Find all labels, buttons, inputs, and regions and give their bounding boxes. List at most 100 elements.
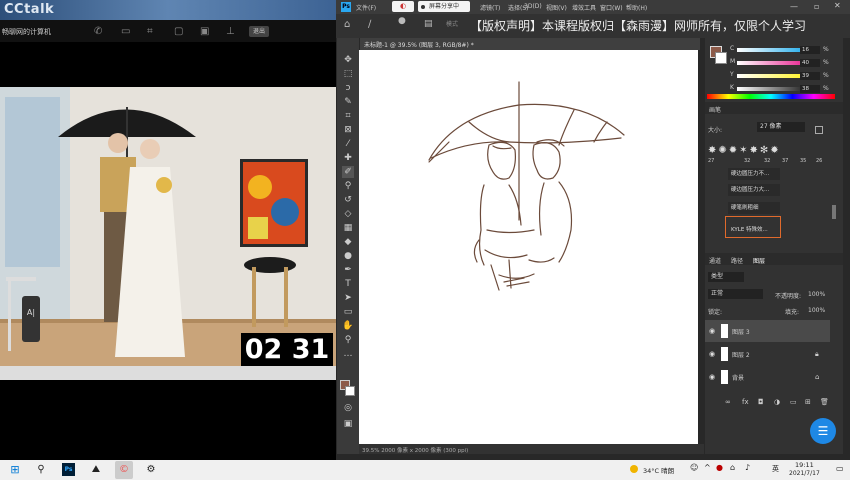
- eyedropper-tool-icon[interactable]: ⁄: [342, 138, 354, 150]
- path-select-tool-icon[interactable]: ➤: [342, 292, 354, 304]
- minimize-window-icon[interactable]: —: [790, 2, 798, 11]
- lasso-tool-icon[interactable]: ↄ: [342, 82, 354, 94]
- wechat-icon[interactable]: ●: [716, 463, 723, 472]
- menu-plugins[interactable]: 增效工具: [572, 3, 596, 12]
- exit-button[interactable]: 退出: [249, 26, 269, 37]
- color-bg-swatch[interactable]: [715, 52, 727, 64]
- network-icon[interactable]: ⌂: [730, 463, 735, 472]
- frame-tool-icon[interactable]: ⊠: [342, 124, 354, 136]
- hand-tool-icon[interactable]: ✋: [342, 320, 354, 332]
- tab-paths[interactable]: 路径: [731, 256, 743, 265]
- app-taskbar-icon[interactable]: ⛰: [88, 461, 104, 479]
- stamp-tool-icon[interactable]: ⚲: [342, 180, 354, 192]
- adjustment-icon[interactable]: ◑: [774, 398, 780, 406]
- brush-item[interactable]: 硬边圆压力不...: [728, 168, 780, 180]
- brush-size-field[interactable]: 27 像素: [757, 122, 805, 132]
- background-color-swatch[interactable]: [345, 386, 355, 396]
- menu-window[interactable]: 窗口(W): [600, 3, 623, 12]
- menu-help[interactable]: 帮助(H): [626, 3, 647, 12]
- eraser-tool-icon[interactable]: ◇: [342, 208, 354, 220]
- channel-k-value[interactable]: 38: [800, 85, 820, 93]
- gradient-tool-icon[interactable]: ▦: [342, 222, 354, 234]
- marquee-tool-icon[interactable]: ⬚: [342, 68, 354, 80]
- trash-icon[interactable]: 🗑︎: [820, 398, 829, 406]
- menu-filter[interactable]: 滤镜(T): [480, 3, 500, 12]
- color-spectrum-bar[interactable]: [707, 94, 835, 99]
- menu-3d[interactable]: 3D(D): [524, 3, 542, 10]
- group-icon[interactable]: ▭: [790, 398, 797, 406]
- brush-item-selected[interactable]: KYLE 特殊效...: [728, 224, 780, 236]
- layer-filter-select[interactable]: 类型: [708, 272, 744, 282]
- blur-tool-icon[interactable]: ◆: [342, 236, 354, 248]
- crop-tool-icon[interactable]: ⌗: [342, 110, 354, 122]
- new-layer-icon[interactable]: ⊞: [805, 398, 811, 406]
- cctalk-taskbar-icon[interactable]: ©: [115, 461, 133, 479]
- maximize-window-icon[interactable]: ▫: [814, 2, 819, 11]
- phone-icon[interactable]: ✆: [94, 26, 102, 37]
- canvas[interactable]: [359, 50, 698, 444]
- screen-mode-icon[interactable]: ▣: [342, 418, 354, 430]
- video-icon[interactable]: ▭: [121, 26, 130, 37]
- link-layers-icon[interactable]: ∞: [725, 398, 731, 406]
- tab-layers[interactable]: 图层: [753, 256, 765, 265]
- tab-channels[interactable]: 通道: [709, 256, 721, 265]
- zoom-tool-icon[interactable]: ⚲: [342, 334, 354, 346]
- brush-tab[interactable]: 画笔: [709, 105, 721, 114]
- start-windows-icon[interactable]: ⊞: [8, 461, 22, 479]
- history-brush-tool-icon[interactable]: ↺: [342, 194, 354, 206]
- cctalk-share-icon[interactable]: ◐: [392, 1, 414, 12]
- chat-bubble-icon[interactable]: ☰: [810, 418, 836, 444]
- channel-y-value[interactable]: 39: [800, 72, 820, 80]
- channel-m-value[interactable]: 40: [800, 59, 820, 67]
- quick-mask-icon[interactable]: ◎: [342, 402, 354, 414]
- volume-icon[interactable]: ♪: [745, 463, 750, 472]
- visibility-eye-icon[interactable]: ◉: [709, 327, 715, 335]
- settings-gear-icon[interactable]: ⚙: [143, 461, 159, 479]
- brush-item[interactable]: 硬笔刷粗细: [728, 202, 780, 214]
- weather-text[interactable]: 34°C 晴朗: [643, 465, 674, 475]
- move-tool-icon[interactable]: ✥: [342, 54, 354, 66]
- side-text-button[interactable]: A|: [22, 296, 40, 342]
- screen-share-indicator[interactable]: 屏幕分享中: [418, 1, 470, 12]
- brush-settings-icon[interactable]: [815, 126, 823, 134]
- minimize-icon[interactable]: ⊥: [226, 26, 235, 37]
- pen-tool-icon[interactable]: ✒: [342, 264, 354, 276]
- screenshot-icon[interactable]: ⌗: [147, 26, 153, 37]
- menu-file[interactable]: 文件(F): [356, 3, 376, 12]
- mask-icon[interactable]: ◘: [758, 398, 764, 406]
- channel-c-value[interactable]: 16: [800, 46, 820, 54]
- visibility-eye-icon[interactable]: ◉: [709, 350, 715, 358]
- people-icon[interactable]: ☺: [690, 463, 698, 472]
- clock-date[interactable]: 2021/7/17: [789, 470, 820, 477]
- home-icon[interactable]: ⌂: [344, 19, 350, 30]
- visibility-eye-icon[interactable]: ◉: [709, 373, 715, 381]
- notification-icon[interactable]: ▭: [836, 464, 844, 473]
- type-tool-icon[interactable]: T: [342, 278, 354, 290]
- blend-mode-select[interactable]: 正常: [708, 289, 763, 299]
- brush-scrollbar[interactable]: [832, 205, 836, 219]
- brush-preset-icon[interactable]: ∕: [368, 19, 371, 30]
- fx-icon[interactable]: fx: [742, 398, 749, 406]
- more-tools-icon[interactable]: …: [342, 348, 354, 360]
- healing-tool-icon[interactable]: ✚: [342, 152, 354, 164]
- close-window-icon[interactable]: ✕: [834, 1, 841, 10]
- brush-tool-icon[interactable]: ✐: [342, 166, 354, 178]
- sun-icon: [630, 465, 638, 473]
- menu-view[interactable]: 视图(V): [546, 3, 567, 12]
- input-language[interactable]: 英: [772, 464, 779, 474]
- fill-value[interactable]: 100%: [808, 307, 825, 314]
- window-icon[interactable]: ▣: [200, 26, 209, 37]
- brush-item[interactable]: 硬边圆压力大...: [728, 184, 780, 196]
- search-icon[interactable]: ⚲: [34, 461, 48, 479]
- clock-time[interactable]: 19:11: [795, 461, 814, 469]
- opacity-value[interactable]: 100%: [808, 291, 825, 298]
- brush-panel-icon[interactable]: ▤: [424, 19, 433, 29]
- photoshop-taskbar-icon[interactable]: Ps: [62, 463, 75, 476]
- chat-icon[interactable]: ▢: [174, 26, 183, 37]
- dodge-tool-icon[interactable]: ●: [342, 250, 354, 262]
- shape-tool-icon[interactable]: ▭: [342, 306, 354, 318]
- brush-size-icon[interactable]: ●: [398, 16, 406, 26]
- tray-expand-icon[interactable]: ^: [704, 463, 711, 472]
- mode-label[interactable]: 模式: [446, 19, 458, 28]
- quick-select-tool-icon[interactable]: ✎: [342, 96, 354, 108]
